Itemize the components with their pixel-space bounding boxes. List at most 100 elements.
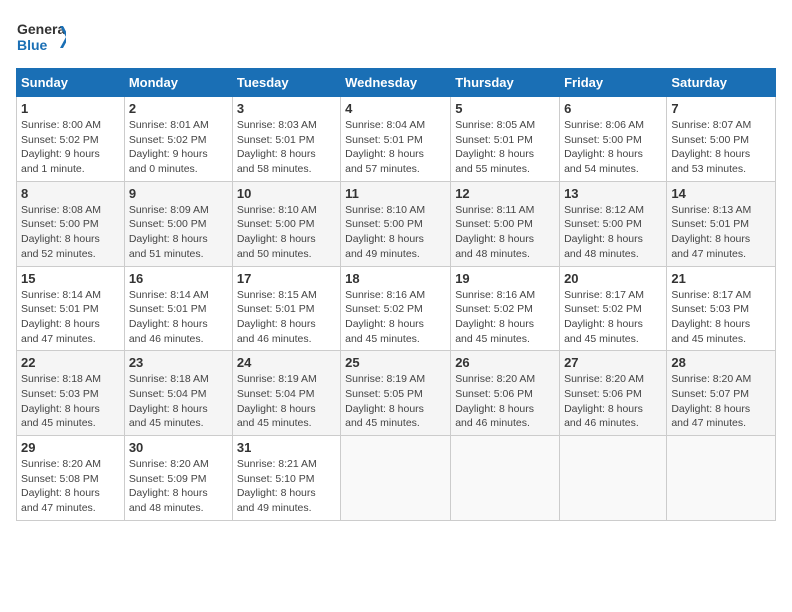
day-number: 5 (455, 101, 555, 116)
day-cell-29: 29 Sunrise: 8:20 AM Sunset: 5:08 PM Dayli… (17, 436, 125, 521)
day-cell-31: 31 Sunrise: 8:21 AM Sunset: 5:10 PM Dayli… (232, 436, 340, 521)
day-cell-6: 6 Sunrise: 8:06 AM Sunset: 5:00 PM Daylig… (560, 97, 667, 182)
day-number: 19 (455, 271, 555, 286)
day-number: 26 (455, 355, 555, 370)
svg-text:Blue: Blue (17, 37, 48, 53)
col-header-saturday: Saturday (667, 69, 776, 97)
logo: General Blue (16, 16, 66, 58)
day-number: 3 (237, 101, 336, 116)
day-cell-24: 24 Sunrise: 8:19 AM Sunset: 5:04 PM Dayli… (232, 351, 340, 436)
day-cell-5: 5 Sunrise: 8:05 AM Sunset: 5:01 PM Daylig… (451, 97, 560, 182)
day-number: 24 (237, 355, 336, 370)
day-cell-1: 1 Sunrise: 8:00 AM Sunset: 5:02 PM Daylig… (17, 97, 125, 182)
day-detail: Sunrise: 8:17 AM Sunset: 5:03 PM Dayligh… (671, 288, 771, 347)
col-header-sunday: Sunday (17, 69, 125, 97)
empty-cell (560, 436, 667, 521)
day-cell-27: 27Sunrise: 8:20 AM Sunset: 5:06 PM Dayli… (560, 351, 667, 436)
day-cell-21: 21 Sunrise: 8:17 AM Sunset: 5:03 PM Dayli… (667, 266, 776, 351)
day-cell-12: 12Sunrise: 8:11 AM Sunset: 5:00 PM Dayli… (451, 181, 560, 266)
day-detail: Sunrise: 8:07 AM Sunset: 5:00 PM Dayligh… (671, 118, 771, 177)
day-number: 12 (455, 186, 555, 201)
week-row-2: 8 Sunrise: 8:08 AM Sunset: 5:00 PM Daylig… (17, 181, 776, 266)
col-header-tuesday: Tuesday (232, 69, 340, 97)
day-number: 25 (345, 355, 446, 370)
day-cell-25: 25 Sunrise: 8:19 AM Sunset: 5:05 PM Dayli… (341, 351, 451, 436)
week-row-4: 22 Sunrise: 8:18 AM Sunset: 5:03 PM Dayli… (17, 351, 776, 436)
week-row-1: 1 Sunrise: 8:00 AM Sunset: 5:02 PM Daylig… (17, 97, 776, 182)
col-header-thursday: Thursday (451, 69, 560, 97)
day-number: 1 (21, 101, 120, 116)
calendar-header-row: SundayMondayTuesdayWednesdayThursdayFrid… (17, 69, 776, 97)
day-number: 20 (564, 271, 662, 286)
day-cell-10: 10Sunrise: 8:10 AM Sunset: 5:00 PM Dayli… (232, 181, 340, 266)
day-cell-2: 2Sunrise: 8:01 AM Sunset: 5:02 PM Daylig… (124, 97, 232, 182)
day-number: 21 (671, 271, 771, 286)
day-number: 30 (129, 440, 228, 455)
day-cell-15: 15 Sunrise: 8:14 AM Sunset: 5:01 PM Dayli… (17, 266, 125, 351)
day-number: 22 (21, 355, 120, 370)
day-detail: Sunrise: 8:01 AM Sunset: 5:02 PM Dayligh… (129, 118, 228, 177)
day-number: 8 (21, 186, 120, 201)
day-detail: Sunrise: 8:00 AM Sunset: 5:02 PM Dayligh… (21, 118, 120, 177)
day-detail: Sunrise: 8:09 AM Sunset: 5:00 PM Dayligh… (129, 203, 228, 262)
day-cell-4: 4Sunrise: 8:04 AM Sunset: 5:01 PM Daylig… (341, 97, 451, 182)
day-cell-13: 13 Sunrise: 8:12 AM Sunset: 5:00 PM Dayli… (560, 181, 667, 266)
calendar-table: SundayMondayTuesdayWednesdayThursdayFrid… (16, 68, 776, 521)
day-detail: Sunrise: 8:06 AM Sunset: 5:00 PM Dayligh… (564, 118, 662, 177)
col-header-wednesday: Wednesday (341, 69, 451, 97)
day-detail: Sunrise: 8:03 AM Sunset: 5:01 PM Dayligh… (237, 118, 336, 177)
day-number: 15 (21, 271, 120, 286)
empty-cell (451, 436, 560, 521)
day-cell-3: 3 Sunrise: 8:03 AM Sunset: 5:01 PM Daylig… (232, 97, 340, 182)
day-detail: Sunrise: 8:14 AM Sunset: 5:01 PM Dayligh… (129, 288, 228, 347)
day-detail: Sunrise: 8:16 AM Sunset: 5:02 PM Dayligh… (455, 288, 555, 347)
day-number: 28 (671, 355, 771, 370)
day-number: 9 (129, 186, 228, 201)
day-detail: Sunrise: 8:20 AM Sunset: 5:09 PM Dayligh… (129, 457, 228, 516)
col-header-friday: Friday (560, 69, 667, 97)
day-number: 31 (237, 440, 336, 455)
day-detail: Sunrise: 8:08 AM Sunset: 5:00 PM Dayligh… (21, 203, 120, 262)
day-detail: Sunrise: 8:15 AM Sunset: 5:01 PM Dayligh… (237, 288, 336, 347)
day-detail: Sunrise: 8:12 AM Sunset: 5:00 PM Dayligh… (564, 203, 662, 262)
page-header: General Blue (16, 16, 776, 58)
day-cell-18: 18Sunrise: 8:16 AM Sunset: 5:02 PM Dayli… (341, 266, 451, 351)
calendar-body: 1 Sunrise: 8:00 AM Sunset: 5:02 PM Daylig… (17, 97, 776, 521)
empty-cell (667, 436, 776, 521)
day-cell-19: 19 Sunrise: 8:16 AM Sunset: 5:02 PM Dayli… (451, 266, 560, 351)
col-header-monday: Monday (124, 69, 232, 97)
day-detail: Sunrise: 8:10 AM Sunset: 5:00 PM Dayligh… (237, 203, 336, 262)
day-cell-11: 11 Sunrise: 8:10 AM Sunset: 5:00 PM Dayli… (341, 181, 451, 266)
day-detail: Sunrise: 8:21 AM Sunset: 5:10 PM Dayligh… (237, 457, 336, 516)
day-number: 7 (671, 101, 771, 116)
day-detail: Sunrise: 8:19 AM Sunset: 5:04 PM Dayligh… (237, 372, 336, 431)
day-cell-30: 30 Sunrise: 8:20 AM Sunset: 5:09 PM Dayli… (124, 436, 232, 521)
day-cell-16: 16Sunrise: 8:14 AM Sunset: 5:01 PM Dayli… (124, 266, 232, 351)
day-cell-14: 14Sunrise: 8:13 AM Sunset: 5:01 PM Dayli… (667, 181, 776, 266)
day-detail: Sunrise: 8:20 AM Sunset: 5:07 PM Dayligh… (671, 372, 771, 431)
day-detail: Sunrise: 8:18 AM Sunset: 5:03 PM Dayligh… (21, 372, 120, 431)
day-cell-9: 9 Sunrise: 8:09 AM Sunset: 5:00 PM Daylig… (124, 181, 232, 266)
day-detail: Sunrise: 8:20 AM Sunset: 5:08 PM Dayligh… (21, 457, 120, 516)
day-detail: Sunrise: 8:19 AM Sunset: 5:05 PM Dayligh… (345, 372, 446, 431)
day-number: 14 (671, 186, 771, 201)
day-cell-26: 26Sunrise: 8:20 AM Sunset: 5:06 PM Dayli… (451, 351, 560, 436)
day-number: 6 (564, 101, 662, 116)
day-detail: Sunrise: 8:05 AM Sunset: 5:01 PM Dayligh… (455, 118, 555, 177)
day-number: 13 (564, 186, 662, 201)
day-number: 17 (237, 271, 336, 286)
day-cell-22: 22 Sunrise: 8:18 AM Sunset: 5:03 PM Dayli… (17, 351, 125, 436)
day-number: 29 (21, 440, 120, 455)
day-detail: Sunrise: 8:16 AM Sunset: 5:02 PM Dayligh… (345, 288, 446, 347)
empty-cell (341, 436, 451, 521)
week-row-5: 29 Sunrise: 8:20 AM Sunset: 5:08 PM Dayli… (17, 436, 776, 521)
day-detail: Sunrise: 8:14 AM Sunset: 5:01 PM Dayligh… (21, 288, 120, 347)
day-number: 23 (129, 355, 228, 370)
week-row-3: 15 Sunrise: 8:14 AM Sunset: 5:01 PM Dayli… (17, 266, 776, 351)
day-detail: Sunrise: 8:10 AM Sunset: 5:00 PM Dayligh… (345, 203, 446, 262)
day-cell-8: 8 Sunrise: 8:08 AM Sunset: 5:00 PM Daylig… (17, 181, 125, 266)
day-number: 11 (345, 186, 446, 201)
day-detail: Sunrise: 8:17 AM Sunset: 5:02 PM Dayligh… (564, 288, 662, 347)
day-detail: Sunrise: 8:18 AM Sunset: 5:04 PM Dayligh… (129, 372, 228, 431)
svg-text:General: General (17, 21, 66, 37)
